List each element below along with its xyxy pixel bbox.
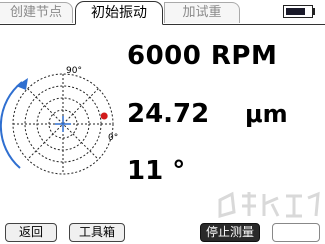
amplitude-readout: 24.72: [127, 99, 210, 129]
watermark-shape: [262, 194, 280, 217]
polar-plot: 90° 0°: [0, 66, 118, 175]
phase-readout: 11 °: [127, 156, 186, 186]
tab-create-node[interactable]: 创建节点: [0, 2, 73, 23]
watermark-shape: [218, 191, 236, 218]
label-90: 90°: [66, 66, 82, 76]
rotation-arrow-icon: [16, 78, 28, 90]
toolbox-button[interactable]: 工具箱: [69, 223, 125, 242]
watermark-shape: [242, 192, 256, 216]
rotation-arc: [0, 81, 23, 169]
watermark-shape: [286, 194, 302, 218]
back-button[interactable]: 返回: [5, 223, 57, 242]
watermark-logo: [218, 191, 320, 218]
battery-level: [286, 8, 305, 15]
tab-bar: 创建节点 初始振动 加试重: [0, 0, 325, 25]
label-0: 0°: [108, 133, 118, 143]
vibration-vector-marker: [100, 112, 108, 120]
watermark-shape: [307, 191, 320, 217]
balancing-screen: 创建节点 初始振动 加试重 90° 0° 6000 RPM 24.72 μm 1…: [0, 0, 325, 244]
battery-icon: [283, 5, 313, 18]
speed-readout: 6000 RPM: [127, 41, 278, 71]
tab-initial-vibration[interactable]: 初始振动: [75, 1, 163, 25]
tab-add-trial-weight[interactable]: 加试重: [164, 2, 240, 23]
battery-tip: [312, 8, 315, 15]
amplitude-unit: μm: [245, 100, 288, 128]
